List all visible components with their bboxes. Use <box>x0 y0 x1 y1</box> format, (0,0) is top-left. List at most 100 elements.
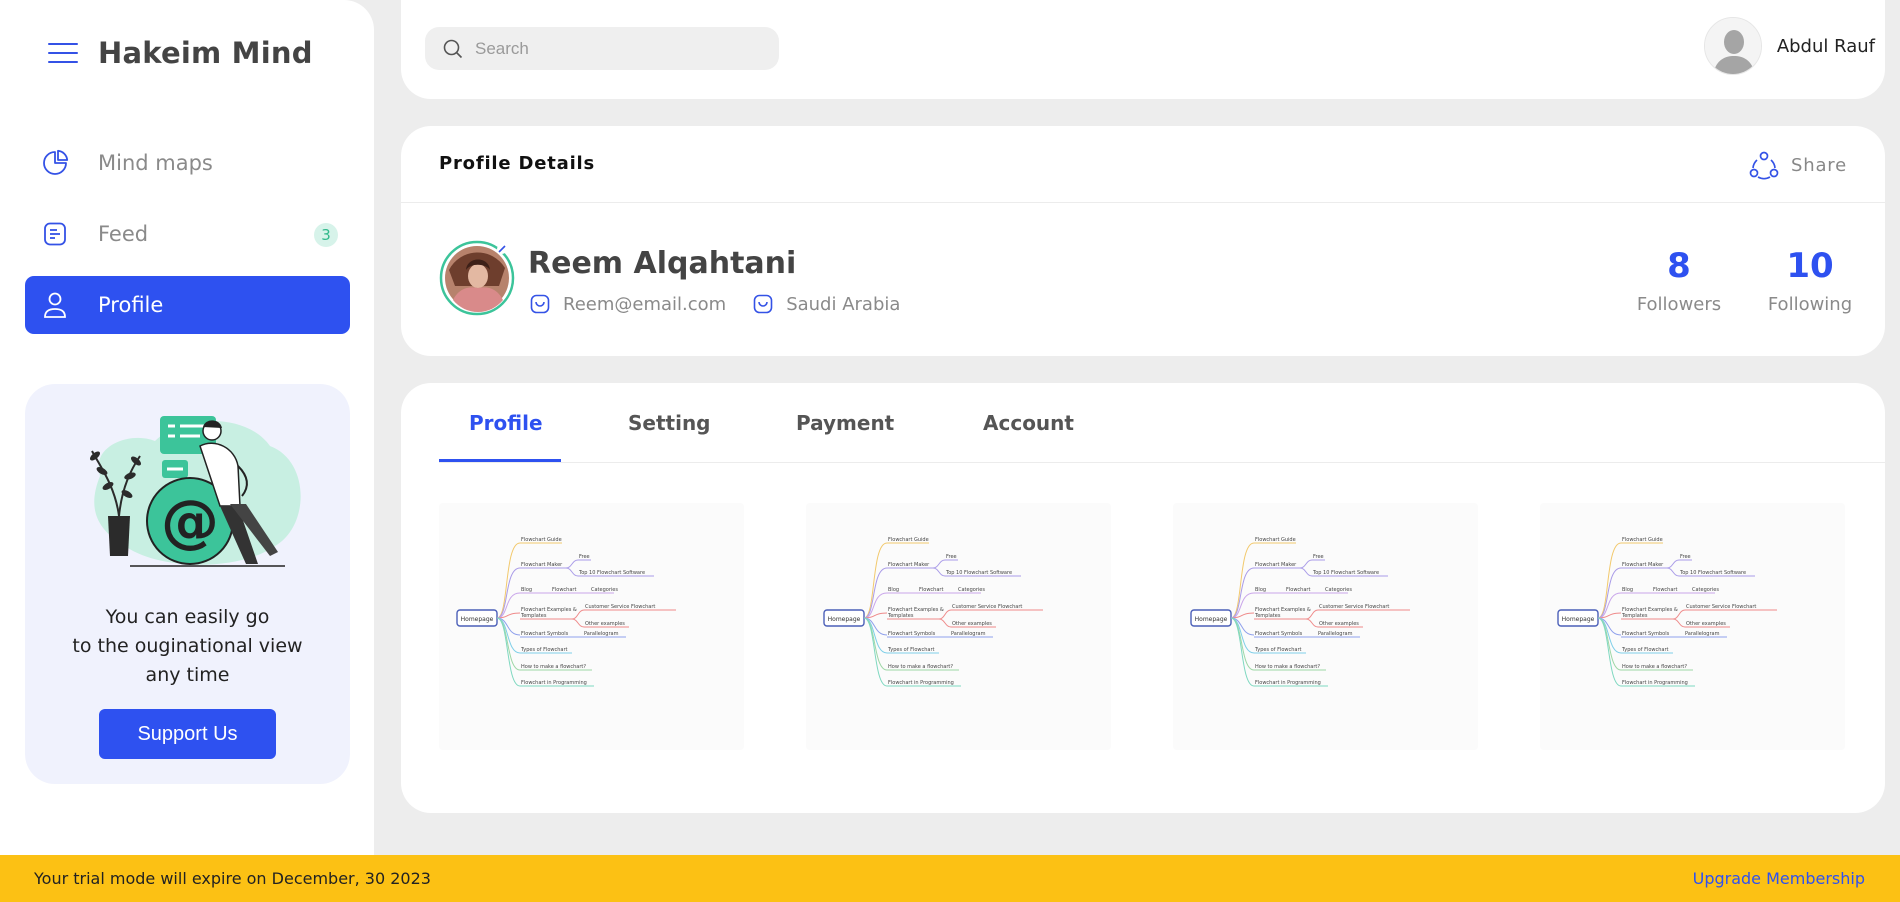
svg-text:Flowchart Maker: Flowchart Maker <box>888 562 930 568</box>
svg-text:Flowchart Symbols: Flowchart Symbols <box>888 631 936 637</box>
svg-text:Customer Service Flowchart: Customer Service Flowchart <box>585 604 655 610</box>
search-box[interactable] <box>425 27 779 70</box>
trial-message: Your trial mode will expire on December,… <box>34 869 431 888</box>
svg-text:Free: Free <box>1680 554 1691 560</box>
svg-text:Top 10 Flowchart Software: Top 10 Flowchart Software <box>1312 570 1379 576</box>
mindmap-thumbnail[interactable]: Homepage Flowchart Guide Flowchart Maker… <box>439 503 744 750</box>
sidebar-item-mind-maps[interactable]: Mind maps <box>25 134 350 192</box>
svg-text:Templates: Templates <box>1254 613 1281 619</box>
profile-country: Saudi Arabia <box>752 293 900 315</box>
svg-text:Top 10 Flowchart Software: Top 10 Flowchart Software <box>945 570 1012 576</box>
promo-card: @ You can easily go to the ouginational … <box>25 384 350 784</box>
support-us-button[interactable]: Support Us <box>99 709 276 759</box>
svg-text:How to make a flowchart?: How to make a flowchart? <box>888 664 953 670</box>
svg-text:Flowchart Guide: Flowchart Guide <box>521 537 562 543</box>
svg-text:Homepage: Homepage <box>828 616 861 623</box>
sidebar: Hakeim Mind Mind maps Feed 3 Profile @ Y… <box>0 0 374 855</box>
tab-account[interactable]: Account <box>983 411 1074 435</box>
svg-text:Flowchart in Programming: Flowchart in Programming <box>521 680 587 686</box>
svg-text:Parallelogram: Parallelogram <box>951 631 986 637</box>
search-input[interactable] <box>475 38 775 59</box>
profile-details-header: Profile Details Share <box>401 126 1885 203</box>
svg-text:Types of Flowchart: Types of Flowchart <box>1621 647 1669 653</box>
mindmap-preview: Homepage Flowchart Guide Flowchart Maker… <box>823 537 1043 687</box>
share-button[interactable]: Share <box>1749 150 1847 180</box>
svg-text:Flowchart Guide: Flowchart Guide <box>888 537 929 543</box>
svg-text:Blog: Blog <box>1622 587 1633 593</box>
svg-text:Flowchart Symbols: Flowchart Symbols <box>1622 631 1670 637</box>
svg-text:How to make a flowchart?: How to make a flowchart? <box>1622 664 1687 670</box>
svg-text:Templates: Templates <box>1621 613 1648 619</box>
svg-text:Flowchart Maker: Flowchart Maker <box>521 562 563 568</box>
profile-avatar[interactable] <box>439 240 515 316</box>
avatar <box>1703 17 1762 75</box>
svg-text:Flowchart in Programming: Flowchart in Programming <box>888 680 954 686</box>
email-illustration-icon: @ <box>90 416 301 567</box>
brand: Hakeim Mind <box>48 36 313 70</box>
app-title: Hakeim Mind <box>98 36 313 70</box>
svg-text:Blog: Blog <box>1255 587 1266 593</box>
svg-text:Blog: Blog <box>521 587 532 593</box>
user-icon <box>40 290 70 320</box>
svg-text:Flowchart: Flowchart <box>1286 587 1310 593</box>
tab-payment[interactable]: Payment <box>796 411 894 435</box>
svg-text:Flowchart Maker: Flowchart Maker <box>1255 562 1297 568</box>
svg-text:Customer Service Flowchart: Customer Service Flowchart <box>952 604 1022 610</box>
svg-text:Parallelogram: Parallelogram <box>584 631 619 637</box>
following-label: Following <box>1767 294 1853 315</box>
svg-text:Flowchart in Programming: Flowchart in Programming <box>1255 680 1321 686</box>
bag-icon <box>753 294 773 314</box>
upgrade-membership-link[interactable]: Upgrade Membership <box>1693 869 1865 888</box>
svg-text:Flowchart Guide: Flowchart Guide <box>1622 537 1663 543</box>
svg-text:Customer Service Flowchart: Customer Service Flowchart <box>1319 604 1389 610</box>
promo-text: You can easily go to the ouginational vi… <box>72 606 303 686</box>
mindmap-preview: Homepage Flowchart Guide Flowchart Maker… <box>1557 537 1777 687</box>
hamburger-menu-icon[interactable] <box>48 43 78 63</box>
svg-text:Homepage: Homepage <box>1195 616 1228 623</box>
search-icon <box>443 39 463 58</box>
mindmap-thumbnail[interactable]: Homepage Flowchart Guide Flowchart Maker… <box>1540 503 1845 750</box>
svg-text:Other examples: Other examples <box>952 621 992 627</box>
svg-text:Flowchart Symbols: Flowchart Symbols <box>1255 631 1303 637</box>
mindmap-preview: Homepage Flowchart Guide Flowchart Maker… <box>456 537 676 687</box>
svg-text:Flowchart: Flowchart <box>919 587 943 593</box>
svg-text:Flowchart Maker: Flowchart Maker <box>1622 562 1664 568</box>
active-tab-indicator <box>439 459 561 462</box>
mindmap-thumbnail[interactable]: Homepage Flowchart Guide Flowchart Maker… <box>1173 503 1478 750</box>
document-icon <box>40 219 70 249</box>
followers-stat[interactable]: 8 Followers <box>1634 246 1724 315</box>
svg-text:Types of Flowchart: Types of Flowchart <box>520 647 568 653</box>
profile-content-card: Profile Setting Payment Account Homepage… <box>401 383 1885 813</box>
share-icon <box>1749 151 1779 180</box>
svg-text:Categories: Categories <box>958 587 985 593</box>
followers-label: Followers <box>1636 294 1722 315</box>
tab-profile[interactable]: Profile <box>469 411 543 435</box>
svg-text:Top 10 Flowchart Software: Top 10 Flowchart Software <box>1679 570 1746 576</box>
pie-chart-icon <box>40 148 70 178</box>
profile-name: Reem Alqahtani <box>528 246 797 281</box>
svg-text:Flowchart Symbols: Flowchart Symbols <box>521 631 569 637</box>
svg-text:Free: Free <box>1313 554 1324 560</box>
svg-text:How to make a flowchart?: How to make a flowchart? <box>521 664 586 670</box>
sidebar-item-label: Mind maps <box>98 151 213 175</box>
svg-text:Parallelogram: Parallelogram <box>1318 631 1353 637</box>
svg-text:Types of Flowchart: Types of Flowchart <box>887 647 935 653</box>
svg-text:Types of Flowchart: Types of Flowchart <box>1254 647 1302 653</box>
sidebar-item-feed[interactable]: Feed 3 <box>25 205 350 263</box>
sidebar-item-label: Profile <box>98 293 164 317</box>
profile-email: Reem@email.com <box>529 293 726 315</box>
svg-text:Homepage: Homepage <box>1562 616 1595 623</box>
following-stat[interactable]: 10 Following <box>1765 246 1855 315</box>
svg-text:Top 10 Flowchart Software: Top 10 Flowchart Software <box>578 570 645 576</box>
svg-text:Categories: Categories <box>1692 587 1719 593</box>
sidebar-nav: Mind maps Feed 3 Profile <box>25 134 350 347</box>
tab-setting[interactable]: Setting <box>628 411 711 435</box>
section-title: Profile Details <box>439 153 596 174</box>
user-name: Abdul Rauf <box>1776 35 1875 57</box>
svg-text:Categories: Categories <box>1325 587 1352 593</box>
sidebar-item-profile[interactable]: Profile <box>25 276 350 334</box>
user-menu[interactable]: Abdul Rauf <box>1703 17 1875 75</box>
svg-text:Templates: Templates <box>887 613 914 619</box>
mindmap-thumbnail[interactable]: Homepage Flowchart Guide Flowchart Maker… <box>806 503 1111 750</box>
sidebar-item-label: Feed <box>98 222 149 246</box>
